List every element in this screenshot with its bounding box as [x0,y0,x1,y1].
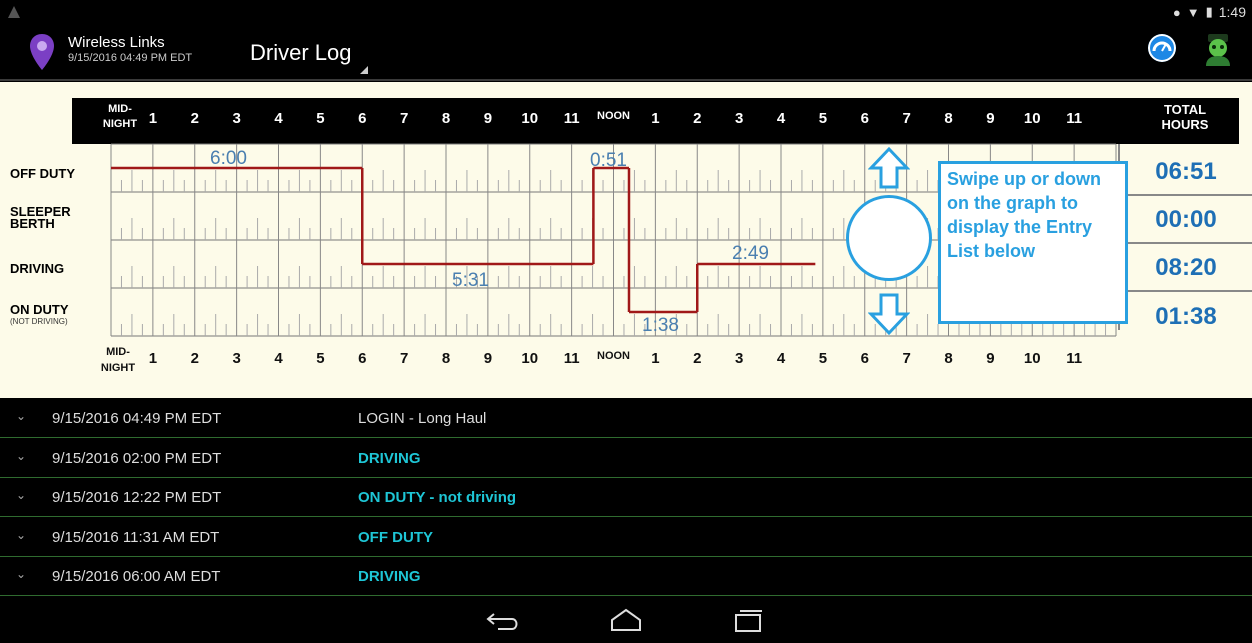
hour-label: 4 [776,350,786,367]
navigation-bar [0,596,1252,643]
midnight-label-bottom: MID- NIGHT [100,346,136,374]
entry-row[interactable]: ⌄ 9/15/2016 02:00 PM EDT DRIVING [0,438,1252,478]
hour-label: 2 [190,350,199,367]
entry-row[interactable]: ⌄ 9/15/2016 04:49 PM EDT LOGIN - Long Haul [0,398,1252,438]
action-bar: Wireless Links 9/15/2016 04:49 PM EDT Dr… [0,26,1252,82]
entry-row[interactable]: ⌄ 9/15/2016 06:00 AM EDT DRIVING [0,556,1252,597]
hour-label: 6 [860,350,869,367]
entry-date: 9/15/2016 04:49 PM EDT [52,410,222,427]
hour-label: 7 [902,350,911,367]
arrow-down-icon [868,293,910,336]
hour-label: 11 [1066,350,1083,367]
battery-icon: ▮ [1205,4,1213,19]
home-icon[interactable] [606,606,646,634]
hour-label: 10 [521,350,539,367]
duration-label: 0:51 [590,150,627,171]
hour-label: 1 [148,350,158,367]
hour-label: 2 [693,350,702,367]
hour-label: 9 [483,350,493,367]
hour-label: 9 [986,350,995,367]
chevron-down-icon[interactable]: ⌄ [16,528,28,542]
entry-date: 9/15/2016 06:00 AM EDT [52,568,221,586]
total-sleeper-berth: 00:00 [1120,198,1252,244]
entry-list: ⌄ 9/15/2016 04:49 PM EDT LOGIN - Long Haul… [0,398,1252,597]
entry-status: OFF DUTY [358,528,433,546]
chevron-down-icon[interactable]: ⌄ [16,409,28,423]
arrow-up-icon [868,146,910,189]
hour-label: 8 [441,350,451,367]
entry-status: DRIVING [358,568,421,586]
hour-label: 6 [358,350,367,367]
entry-row[interactable]: ⌄ 9/15/2016 12:22 PM EDT ON DUTY - not dri… [0,477,1252,518]
signal-icon [8,6,20,18]
driver-avatar-icon[interactable] [1202,32,1234,68]
duration-label: 2:49 [732,243,769,264]
entry-status: DRIVING [358,449,421,467]
status-bar: ● ▼ ▮ 1:49 [0,0,1252,26]
clock: 1:49 [1218,4,1246,20]
swipe-handle[interactable] [846,195,932,281]
entry-status: ON DUTY - not driving [358,489,517,507]
screen-title-spinner[interactable]: Driver Log [250,40,351,66]
wifi-icon: ▼ [1186,4,1200,20]
hour-label: 8 [944,350,953,367]
gauge-icon[interactable] [1148,34,1176,62]
entry-date: 9/15/2016 12:22 PM EDT [52,489,222,507]
back-icon[interactable] [484,606,524,634]
hour-label: 1 [651,350,660,367]
chevron-down-icon[interactable]: ⌄ [16,488,28,502]
hour-label: 7 [399,350,409,367]
chevron-down-icon[interactable]: ⌄ [16,449,28,463]
hour-label: 4 [274,350,283,367]
chevron-down-icon[interactable]: ⌄ [16,567,28,581]
entry-row[interactable]: ⌄ 9/15/2016 11:31 AM EDT OFF DUTY [0,517,1252,557]
duration-label: 5:31 [452,270,489,291]
duration-label: 1:38 [642,315,679,336]
hour-label: 11 [563,350,580,367]
location-icon: ● [1172,4,1181,20]
total-driving: 08:20 [1120,246,1252,292]
duration-label: 6:00 [210,148,247,169]
entry-date: 9/15/2016 11:31 AM EDT [52,528,220,546]
total-on-duty: 01:38 [1155,303,1217,330]
total-off-duty: 06:51 [1120,150,1252,196]
recent-apps-icon[interactable] [728,606,768,634]
entry-status: LOGIN - Long Haul [358,410,487,427]
hour-label: 10 [1023,350,1041,367]
app-date: 9/15/2016 04:49 PM EDT [68,52,193,64]
dropdown-icon[interactable] [360,66,368,74]
location-pin-icon[interactable] [28,32,56,72]
entry-date: 9/15/2016 02:00 PM EDT [52,449,222,467]
hour-label: 5 [818,350,828,367]
swipe-hint-callout: Swipe up or down on the graph to display… [938,161,1128,324]
hour-label: 3 [734,350,744,367]
hour-label: 3 [232,350,241,367]
driver-log-graph[interactable]: MID- NIGHT 1 2 3 4 5 6 7 8 9 10 11 NOON 1 2 3 4 5 6 7 8 9 10 1… [0,82,1252,398]
app-name: Wireless Links [68,34,165,51]
hour-label: NOON [597,350,630,362]
hour-label: 5 [316,350,325,367]
